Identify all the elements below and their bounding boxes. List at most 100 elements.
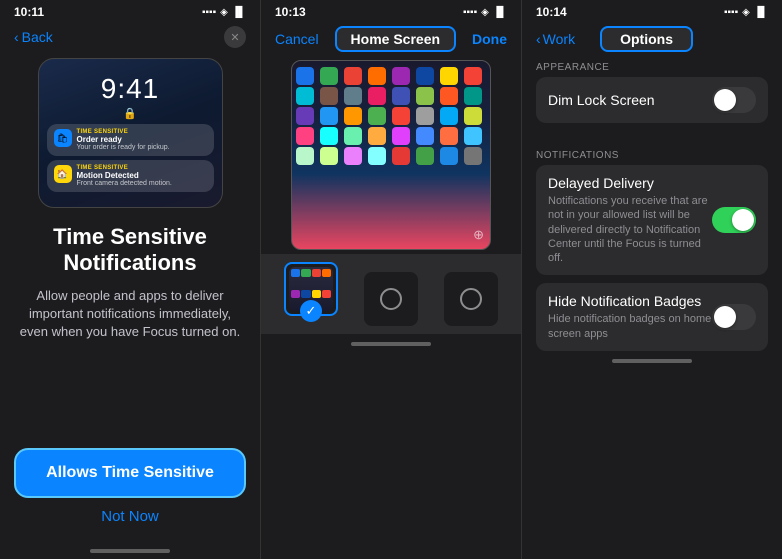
app-icon (416, 127, 434, 145)
p1-nav: ‹ Back ✕ (0, 22, 260, 52)
app-icon (464, 147, 482, 165)
app-icon (392, 127, 410, 145)
app-icon (296, 147, 314, 165)
check-empty-3 (460, 288, 482, 310)
battery-icon-3: ▐▌ (754, 7, 768, 18)
app-icon (320, 127, 338, 145)
close-icon: ✕ (230, 31, 239, 44)
status-bar-1: 10:11 ▪▪▪▪ ◈ ▐▌ (0, 0, 260, 22)
status-icons-1: ▪▪▪▪ ◈ ▐▌ (202, 7, 246, 18)
status-time-1: 10:11 (14, 5, 44, 19)
home-indicator-2 (351, 342, 431, 346)
app-icon (416, 147, 434, 165)
app-icon (344, 87, 362, 105)
delayed-delivery-sublabel: Notifications you receive that are not i… (548, 194, 712, 265)
app-icon (416, 107, 434, 125)
notif-body-2: Front camera detected motion. (77, 180, 207, 187)
delayed-delivery-toggle[interactable] (712, 207, 756, 233)
panel-options: 10:14 ▪▪▪▪ ◈ ▐▌ ‹ Work Options APPEARANC… (522, 0, 782, 559)
done-button[interactable]: Done (472, 31, 507, 47)
magnifier-icon: ⊕ (473, 227, 484, 243)
app-icon (320, 107, 338, 125)
wifi-icon-2: ◈ (481, 7, 489, 18)
app-icon (368, 87, 386, 105)
back-button[interactable]: ‹ Back (14, 29, 53, 45)
selection-thumb-2[interactable] (364, 272, 418, 326)
status-bar-3: 10:14 ▪▪▪▪ ◈ ▐▌ (522, 0, 782, 22)
selection-row: ✓ (261, 254, 521, 334)
app-icon (440, 127, 458, 145)
ls-padlock-icon: 🔒 (39, 107, 222, 120)
panel-home-screen: 10:13 ▪▪▪▪ ◈ ▐▌ Cancel Home Screen Done (261, 0, 522, 559)
notification-card-1: 🛍 TIME SENSITIVE Order ready Your order … (47, 124, 214, 156)
app-icon (464, 87, 482, 105)
notifications-section: NOTIFICATIONS Delayed Delivery Notificat… (522, 144, 782, 355)
hide-badges-row[interactable]: Hide Notification Badges Hide notificati… (536, 283, 768, 351)
status-icons-2: ▪▪▪▪ ◈ ▐▌ (463, 7, 507, 18)
notif-content-2: TIME SENSITIVE Motion Detected Front cam… (77, 165, 207, 187)
p1-main-body: Allow people and apps to deliver importa… (18, 287, 242, 342)
notification-card-2: 🏠 TIME SENSITIVE Motion Detected Front c… (47, 160, 214, 192)
toggle-thumb-dim (714, 89, 736, 111)
signal-icon: ▪▪▪▪ (202, 7, 216, 18)
app-icon (320, 147, 338, 165)
delayed-delivery-label: Delayed Delivery (548, 175, 712, 191)
hide-badges-sublabel: Hide notification badges on home screen … (548, 312, 712, 341)
p1-content: Time SensitiveNotifications Allow people… (0, 214, 260, 440)
notif-content-1: TIME SENSITIVE Order ready Your order is… (77, 129, 207, 151)
app-icon (320, 67, 338, 85)
toggle-thumb-delayed (732, 209, 754, 231)
not-now-button[interactable]: Not Now (14, 498, 246, 535)
delayed-delivery-row[interactable]: Delayed Delivery Notifications you recei… (536, 165, 768, 275)
hide-badges-toggle[interactable] (712, 304, 756, 330)
wifi-icon: ◈ (220, 7, 228, 18)
notif-icon-1: 🛍 (54, 129, 72, 147)
toggle-thumb-badges (714, 306, 736, 328)
work-back-label: Work (543, 31, 575, 47)
selection-thumb-1[interactable]: ✓ (284, 262, 338, 316)
app-icon (368, 127, 386, 145)
dim-lock-screen-row[interactable]: Dim Lock Screen (536, 77, 768, 123)
p1-main-title: Time SensitiveNotifications (53, 224, 207, 277)
wifi-icon-3: ◈ (742, 7, 750, 18)
appearance-label: APPEARANCE (536, 62, 768, 73)
notif-body-1: Your order is ready for pickup. (77, 144, 207, 151)
app-icon (344, 107, 362, 125)
app-icon (416, 87, 434, 105)
app-icon (464, 107, 482, 125)
check-filled-1: ✓ (300, 300, 322, 322)
lock-screen-preview: 9:41 🔒 🛍 TIME SENSITIVE Order ready Your… (38, 58, 223, 208)
battery-icon-2: ▐▌ (493, 7, 507, 18)
app-icon (392, 67, 410, 85)
app-icon (464, 127, 482, 145)
close-button[interactable]: ✕ (224, 26, 246, 48)
app-icon (320, 87, 338, 105)
battery-icon: ▐▌ (232, 7, 246, 18)
p2-nav-title: Home Screen (335, 26, 456, 52)
app-icon (464, 67, 482, 85)
appearance-section: APPEARANCE Dim Lock Screen (522, 56, 782, 127)
allows-time-sensitive-button[interactable]: Allows Time Sensitive (14, 448, 246, 498)
selection-thumb-3[interactable] (444, 272, 498, 326)
app-icon (416, 67, 434, 85)
notifications-label: NOTIFICATIONS (536, 150, 768, 161)
status-time-3: 10:14 (536, 5, 567, 19)
dim-lock-screen-toggle[interactable] (712, 87, 756, 113)
options-tab[interactable]: Options (600, 26, 693, 52)
home-indicator-1 (90, 549, 170, 553)
panel-time-sensitive: 10:11 ▪▪▪▪ ◈ ▐▌ ‹ Back ✕ 9:41 🔒 🛍 TIME S… (0, 0, 261, 559)
chevron-left-icon-3: ‹ (536, 31, 541, 47)
cancel-button[interactable]: Cancel (275, 31, 319, 47)
check-empty-2 (380, 288, 402, 310)
hide-badges-text: Hide Notification Badges Hide notificati… (548, 293, 712, 341)
chevron-left-icon: ‹ (14, 29, 19, 45)
app-icon (392, 147, 410, 165)
notif-title-1: Order ready (77, 135, 207, 144)
app-icon (440, 87, 458, 105)
work-back-button[interactable]: ‹ Work (536, 31, 575, 47)
status-icons-3: ▪▪▪▪ ◈ ▐▌ (724, 7, 768, 18)
app-icon (344, 67, 362, 85)
p2-nav: Cancel Home Screen Done (261, 22, 521, 56)
p3-title-area: Options (581, 26, 712, 52)
app-icon (296, 67, 314, 85)
